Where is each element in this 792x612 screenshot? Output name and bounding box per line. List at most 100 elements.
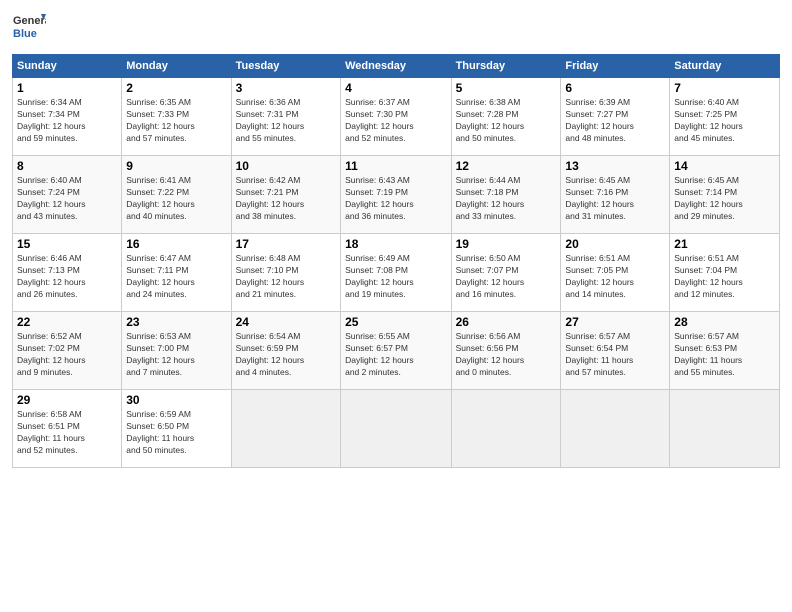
day-info: Sunrise: 6:48 AM Sunset: 7:10 PM Dayligh… [236, 253, 336, 301]
table-row: 19 Sunrise: 6:50 AM Sunset: 7:07 PM Dayli… [451, 234, 561, 312]
day-number: 5 [456, 81, 557, 95]
table-row: 10 Sunrise: 6:42 AM Sunset: 7:21 PM Dayli… [231, 156, 340, 234]
day-number: 28 [674, 315, 775, 329]
day-info: Sunrise: 6:36 AM Sunset: 7:31 PM Dayligh… [236, 97, 336, 145]
day-number: 19 [456, 237, 557, 251]
table-row: 12 Sunrise: 6:44 AM Sunset: 7:18 PM Dayli… [451, 156, 561, 234]
day-number: 17 [236, 237, 336, 251]
day-number: 26 [456, 315, 557, 329]
day-info: Sunrise: 6:57 AM Sunset: 6:53 PM Dayligh… [674, 331, 775, 379]
table-row: 8 Sunrise: 6:40 AM Sunset: 7:24 PM Daylig… [13, 156, 122, 234]
day-number: 4 [345, 81, 446, 95]
day-info: Sunrise: 6:44 AM Sunset: 7:18 PM Dayligh… [456, 175, 557, 223]
day-info: Sunrise: 6:41 AM Sunset: 7:22 PM Dayligh… [126, 175, 226, 223]
day-number: 11 [345, 159, 446, 173]
col-tuesday: Tuesday [231, 55, 340, 78]
table-row: 4 Sunrise: 6:37 AM Sunset: 7:30 PM Daylig… [341, 78, 451, 156]
day-info: Sunrise: 6:49 AM Sunset: 7:08 PM Dayligh… [345, 253, 446, 301]
day-number: 18 [345, 237, 446, 251]
day-number: 20 [565, 237, 665, 251]
day-info: Sunrise: 6:47 AM Sunset: 7:11 PM Dayligh… [126, 253, 226, 301]
svg-text:General: General [13, 15, 46, 27]
table-row: 1 Sunrise: 6:34 AM Sunset: 7:34 PM Daylig… [13, 78, 122, 156]
table-row: 15 Sunrise: 6:46 AM Sunset: 7:13 PM Dayli… [13, 234, 122, 312]
table-row: 21 Sunrise: 6:51 AM Sunset: 7:04 PM Dayli… [670, 234, 780, 312]
day-number: 27 [565, 315, 665, 329]
table-row [561, 390, 670, 468]
day-number: 6 [565, 81, 665, 95]
day-info: Sunrise: 6:40 AM Sunset: 7:24 PM Dayligh… [17, 175, 117, 223]
day-number: 1 [17, 81, 117, 95]
table-row: 17 Sunrise: 6:48 AM Sunset: 7:10 PM Dayli… [231, 234, 340, 312]
col-monday: Monday [122, 55, 231, 78]
day-info: Sunrise: 6:57 AM Sunset: 6:54 PM Dayligh… [565, 331, 665, 379]
table-row: 28 Sunrise: 6:57 AM Sunset: 6:53 PM Dayli… [670, 312, 780, 390]
day-info: Sunrise: 6:59 AM Sunset: 6:50 PM Dayligh… [126, 409, 226, 457]
day-info: Sunrise: 6:53 AM Sunset: 7:00 PM Dayligh… [126, 331, 226, 379]
day-info: Sunrise: 6:38 AM Sunset: 7:28 PM Dayligh… [456, 97, 557, 145]
day-info: Sunrise: 6:34 AM Sunset: 7:34 PM Dayligh… [17, 97, 117, 145]
col-friday: Friday [561, 55, 670, 78]
day-number: 24 [236, 315, 336, 329]
table-row: 14 Sunrise: 6:45 AM Sunset: 7:14 PM Dayli… [670, 156, 780, 234]
table-row: 5 Sunrise: 6:38 AM Sunset: 7:28 PM Daylig… [451, 78, 561, 156]
table-row: 24 Sunrise: 6:54 AM Sunset: 6:59 PM Dayli… [231, 312, 340, 390]
table-row: 22 Sunrise: 6:52 AM Sunset: 7:02 PM Dayli… [13, 312, 122, 390]
day-number: 30 [126, 393, 226, 407]
header: General Blue [12, 10, 780, 46]
day-info: Sunrise: 6:45 AM Sunset: 7:16 PM Dayligh… [565, 175, 665, 223]
day-number: 7 [674, 81, 775, 95]
day-number: 14 [674, 159, 775, 173]
day-info: Sunrise: 6:46 AM Sunset: 7:13 PM Dayligh… [17, 253, 117, 301]
table-row [341, 390, 451, 468]
day-number: 13 [565, 159, 665, 173]
day-number: 10 [236, 159, 336, 173]
day-number: 2 [126, 81, 226, 95]
col-wednesday: Wednesday [341, 55, 451, 78]
table-row: 27 Sunrise: 6:57 AM Sunset: 6:54 PM Dayli… [561, 312, 670, 390]
table-row [451, 390, 561, 468]
table-row: 20 Sunrise: 6:51 AM Sunset: 7:05 PM Dayli… [561, 234, 670, 312]
day-info: Sunrise: 6:43 AM Sunset: 7:19 PM Dayligh… [345, 175, 446, 223]
day-info: Sunrise: 6:50 AM Sunset: 7:07 PM Dayligh… [456, 253, 557, 301]
day-number: 12 [456, 159, 557, 173]
day-number: 3 [236, 81, 336, 95]
day-number: 9 [126, 159, 226, 173]
day-info: Sunrise: 6:42 AM Sunset: 7:21 PM Dayligh… [236, 175, 336, 223]
col-sunday: Sunday [13, 55, 122, 78]
table-row: 11 Sunrise: 6:43 AM Sunset: 7:19 PM Dayli… [341, 156, 451, 234]
table-row: 3 Sunrise: 6:36 AM Sunset: 7:31 PM Daylig… [231, 78, 340, 156]
day-info: Sunrise: 6:45 AM Sunset: 7:14 PM Dayligh… [674, 175, 775, 223]
day-number: 29 [17, 393, 117, 407]
logo: General Blue [12, 10, 46, 46]
day-info: Sunrise: 6:35 AM Sunset: 7:33 PM Dayligh… [126, 97, 226, 145]
day-number: 8 [17, 159, 117, 173]
day-number: 15 [17, 237, 117, 251]
table-row [670, 390, 780, 468]
calendar-container: General Blue Sunday Monday Tuesday Wedne… [0, 0, 792, 476]
table-row: 7 Sunrise: 6:40 AM Sunset: 7:25 PM Daylig… [670, 78, 780, 156]
table-row: 26 Sunrise: 6:56 AM Sunset: 6:56 PM Dayli… [451, 312, 561, 390]
day-number: 16 [126, 237, 226, 251]
day-info: Sunrise: 6:51 AM Sunset: 7:05 PM Dayligh… [565, 253, 665, 301]
day-info: Sunrise: 6:52 AM Sunset: 7:02 PM Dayligh… [17, 331, 117, 379]
col-saturday: Saturday [670, 55, 780, 78]
svg-text:Blue: Blue [13, 28, 37, 40]
day-number: 25 [345, 315, 446, 329]
day-number: 22 [17, 315, 117, 329]
table-row: 6 Sunrise: 6:39 AM Sunset: 7:27 PM Daylig… [561, 78, 670, 156]
day-info: Sunrise: 6:56 AM Sunset: 6:56 PM Dayligh… [456, 331, 557, 379]
table-row: 30 Sunrise: 6:59 AM Sunset: 6:50 PM Dayli… [122, 390, 231, 468]
table-row: 2 Sunrise: 6:35 AM Sunset: 7:33 PM Daylig… [122, 78, 231, 156]
table-row: 29 Sunrise: 6:58 AM Sunset: 6:51 PM Dayli… [13, 390, 122, 468]
day-info: Sunrise: 6:51 AM Sunset: 7:04 PM Dayligh… [674, 253, 775, 301]
day-number: 21 [674, 237, 775, 251]
table-row: 13 Sunrise: 6:45 AM Sunset: 7:16 PM Dayli… [561, 156, 670, 234]
day-info: Sunrise: 6:40 AM Sunset: 7:25 PM Dayligh… [674, 97, 775, 145]
day-info: Sunrise: 6:54 AM Sunset: 6:59 PM Dayligh… [236, 331, 336, 379]
day-info: Sunrise: 6:37 AM Sunset: 7:30 PM Dayligh… [345, 97, 446, 145]
day-info: Sunrise: 6:58 AM Sunset: 6:51 PM Dayligh… [17, 409, 117, 457]
day-info: Sunrise: 6:39 AM Sunset: 7:27 PM Dayligh… [565, 97, 665, 145]
table-row: 9 Sunrise: 6:41 AM Sunset: 7:22 PM Daylig… [122, 156, 231, 234]
table-row: 16 Sunrise: 6:47 AM Sunset: 7:11 PM Dayli… [122, 234, 231, 312]
